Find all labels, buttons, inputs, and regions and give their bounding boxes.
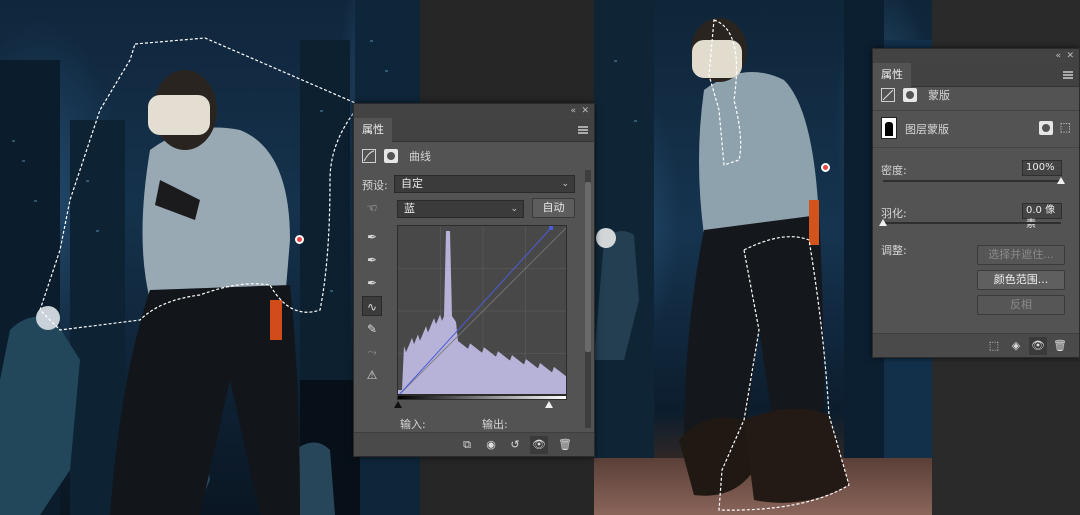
feather-slider-thumb[interactable] — [879, 219, 887, 226]
mask-properties-panel[interactable]: « ✕ 属性 蒙版 图层蒙版 ⬚ 密度: 100% 羽化: 0.0 像素 调整:… — [872, 48, 1080, 358]
pencil-draw-icon[interactable]: ✎ — [362, 319, 382, 339]
input-label: 输入: — [400, 418, 426, 431]
curves-properties-panel[interactable]: « ✕ 属性 曲线 预设: 自定 ⌄ ☜ 蓝 ⌄ 自动 ✒ ✒ ✒ ∿ ✎ ⤳ … — [353, 103, 595, 457]
adjustment-title: 曲线 — [409, 150, 431, 163]
target-adjust-hand-icon[interactable]: ☜ — [362, 198, 382, 218]
output-label: 输出: — [482, 418, 508, 431]
chevron-down-icon: ⌄ — [561, 179, 569, 189]
trash-icon[interactable]: 🗑 — [556, 436, 574, 454]
smooth-curve-icon[interactable]: ⤳ — [362, 342, 382, 362]
clipping-warning-icon[interactable]: ⚠ — [362, 365, 382, 385]
panel-scrollbar[interactable] — [585, 170, 591, 428]
black-point-eyedropper-icon[interactable]: ✒ — [362, 227, 382, 247]
panel-tab-bar: 属性 — [354, 118, 594, 142]
tab-properties[interactable]: 属性 — [354, 118, 392, 142]
tab-properties[interactable]: 属性 — [873, 63, 911, 87]
layer-mask-icon[interactable] — [902, 88, 917, 102]
pixel-mask-icon[interactable] — [881, 88, 895, 102]
curves-graph[interactable] — [397, 225, 567, 395]
adjustment-header: 曲线 — [362, 148, 431, 166]
preset-dropdown[interactable]: 自定 ⌄ — [394, 175, 575, 193]
add-pixel-mask-icon[interactable] — [1039, 121, 1053, 135]
feather-slider-track[interactable] — [883, 222, 1061, 224]
view-previous-state-icon[interactable]: ◉ — [482, 436, 500, 454]
curve-point-tool-icon[interactable]: ∿ — [362, 296, 382, 316]
density-label: 密度: — [881, 164, 907, 177]
auto-button[interactable]: 自动 — [532, 198, 575, 218]
layer-mask-label: 图层蒙版 — [905, 123, 949, 136]
trash-icon[interactable]: 🗑 — [1051, 337, 1069, 355]
panel-menu-icon[interactable] — [1063, 71, 1073, 79]
add-vector-mask-icon[interactable]: ⬚ — [1060, 120, 1071, 134]
panel-bottom-bar: ⬚ ◈ 👁 🗑 — [873, 333, 1079, 357]
refine-label: 调整: — [881, 244, 907, 257]
panel-bottom-bar: ⧉ ◉ ↺ 👁 🗑 — [354, 432, 594, 456]
panel-tab-bar: 属性 — [873, 63, 1079, 87]
density-slider-thumb[interactable] — [1057, 177, 1065, 184]
density-slider-track[interactable] — [883, 180, 1061, 182]
preset-value: 自定 — [401, 177, 423, 190]
select-and-mask-button[interactable]: 选择并遮住... — [977, 245, 1065, 265]
density-value[interactable]: 100% — [1022, 160, 1062, 176]
channel-value: 蓝 — [404, 202, 415, 215]
layer-mask-icon[interactable] — [383, 149, 398, 163]
input-gradient-bar — [397, 395, 567, 400]
panel-title-bar[interactable]: « ✕ — [873, 49, 1079, 63]
apply-mask-icon[interactable]: ◈ — [1007, 337, 1025, 355]
panel-menu-icon[interactable] — [578, 126, 588, 134]
invert-button[interactable]: 反相 — [977, 295, 1065, 315]
clip-to-layer-icon[interactable]: ⧉ — [458, 436, 476, 454]
scrollbar-thumb[interactable] — [585, 182, 591, 352]
close-panel-icon[interactable]: ✕ — [581, 105, 589, 117]
eye-icon[interactable]: 👁 — [1029, 337, 1047, 355]
white-input-slider[interactable] — [545, 401, 553, 408]
mask-title: 蒙版 — [928, 89, 950, 102]
load-selection-from-mask-icon[interactable]: ⬚ — [985, 337, 1003, 355]
preset-label: 预设: — [362, 179, 388, 192]
mask-thumbnail[interactable] — [881, 117, 897, 139]
panel-title-bar[interactable]: « ✕ — [354, 104, 594, 118]
close-panel-icon[interactable]: ✕ — [1066, 50, 1074, 62]
curves-adjustment-icon[interactable] — [362, 149, 376, 163]
color-range-button[interactable]: 颜色范围... — [977, 270, 1065, 290]
feather-value[interactable]: 0.0 像素 — [1022, 203, 1062, 230]
reset-icon[interactable]: ↺ — [506, 436, 524, 454]
white-point-eyedropper-icon[interactable]: ✒ — [362, 273, 382, 293]
chevron-down-icon: ⌄ — [510, 204, 518, 214]
channel-dropdown[interactable]: 蓝 ⌄ — [397, 200, 524, 218]
curve-endpoint[interactable] — [549, 226, 553, 230]
black-input-slider[interactable] — [394, 401, 402, 408]
gray-point-eyedropper-icon[interactable]: ✒ — [362, 250, 382, 270]
collapse-panel-icon[interactable]: « — [570, 105, 576, 117]
mask-header: 蒙版 — [881, 87, 950, 105]
collapse-panel-icon[interactable]: « — [1055, 50, 1061, 62]
layer-mask-row: 图层蒙版 ⬚ — [873, 110, 1079, 148]
eye-icon[interactable]: 👁 — [530, 436, 548, 454]
